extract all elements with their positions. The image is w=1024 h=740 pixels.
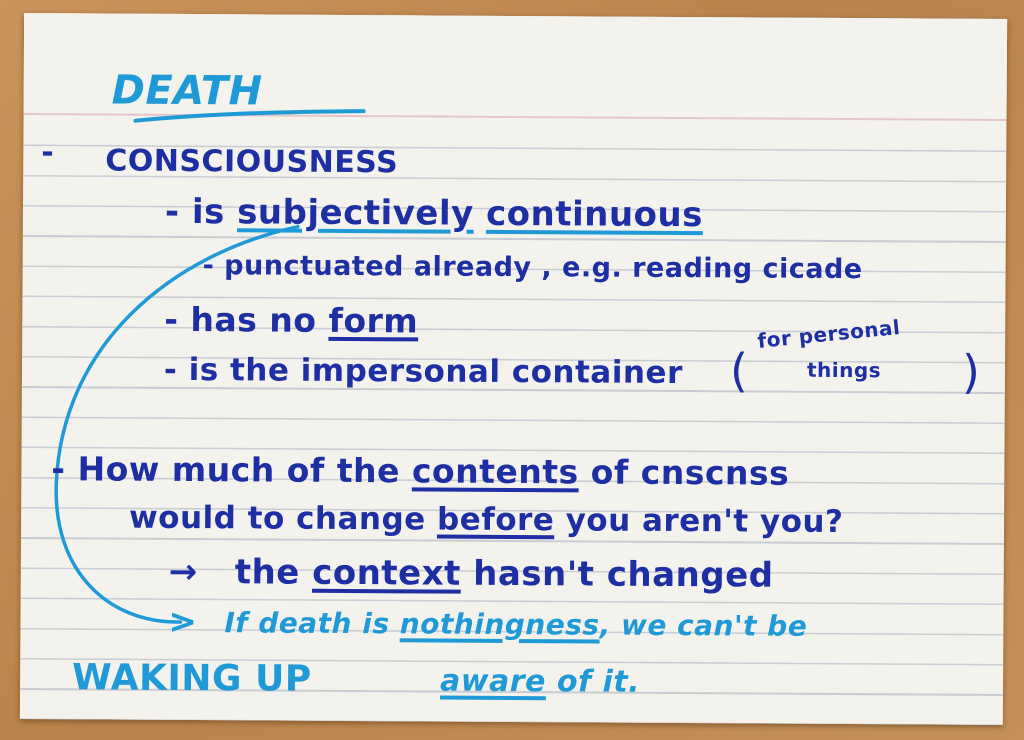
right-arrow-icon: →	[168, 551, 198, 593]
c1-suffix: , we can't be	[599, 608, 808, 643]
word-continuous: continuous	[485, 193, 704, 236]
c2-suffix: of it.	[556, 664, 641, 700]
paren-open: (	[729, 343, 749, 398]
q1-suffix: of cnscnss	[590, 452, 790, 493]
card-title: DEATH	[111, 67, 263, 115]
c1-prefix: If death is	[224, 606, 390, 641]
heading-consciousness: CONSCIOUSNESS	[105, 143, 399, 181]
a-suffix: hasn't changed	[473, 553, 774, 596]
word-form: form	[328, 300, 419, 341]
q1-prefix: - How much of the	[51, 449, 401, 491]
word-nothingness: nothingness	[399, 607, 600, 642]
a-prefix: the	[234, 552, 300, 593]
question-line-1: - How much of the contents of cnscnss	[51, 449, 789, 493]
item-punctuated: - punctuated already , e.g. reading cica…	[202, 250, 863, 286]
note-things: things	[806, 357, 882, 383]
word-subjectively: subjectively	[237, 192, 474, 234]
word-context: context	[312, 552, 461, 594]
word-aware: aware	[439, 663, 547, 700]
q2-prefix: would to change	[128, 499, 426, 538]
q2-suffix: you aren't you?	[565, 502, 844, 541]
conclusion-line-1: If death is nothingness, we can't be	[224, 606, 807, 643]
paren-close: )	[961, 344, 981, 399]
bullet-dash: -	[41, 135, 55, 171]
index-card: DEATH - CONSCIOUSNESS - is subjectively …	[19, 13, 1008, 725]
question-line-2: would to change before you aren't you?	[129, 500, 844, 540]
item-impersonal-container: - is the impersonal container	[163, 351, 683, 392]
item-subjectively-continuous: - is subjectively continuous	[165, 192, 703, 235]
word-before: before	[436, 501, 555, 539]
waking-up-label: WAKING UP	[71, 657, 312, 700]
conclusion-line-2: aware of it.	[440, 664, 640, 700]
item-no-form: - has no form	[164, 300, 418, 341]
answer-line: → the context hasn't changed	[169, 552, 774, 596]
item-prefix: - has no	[164, 299, 317, 340]
word-contents: contents	[411, 451, 579, 492]
item-prefix: - is	[164, 191, 225, 233]
arrowhead-icon: >	[168, 601, 198, 643]
